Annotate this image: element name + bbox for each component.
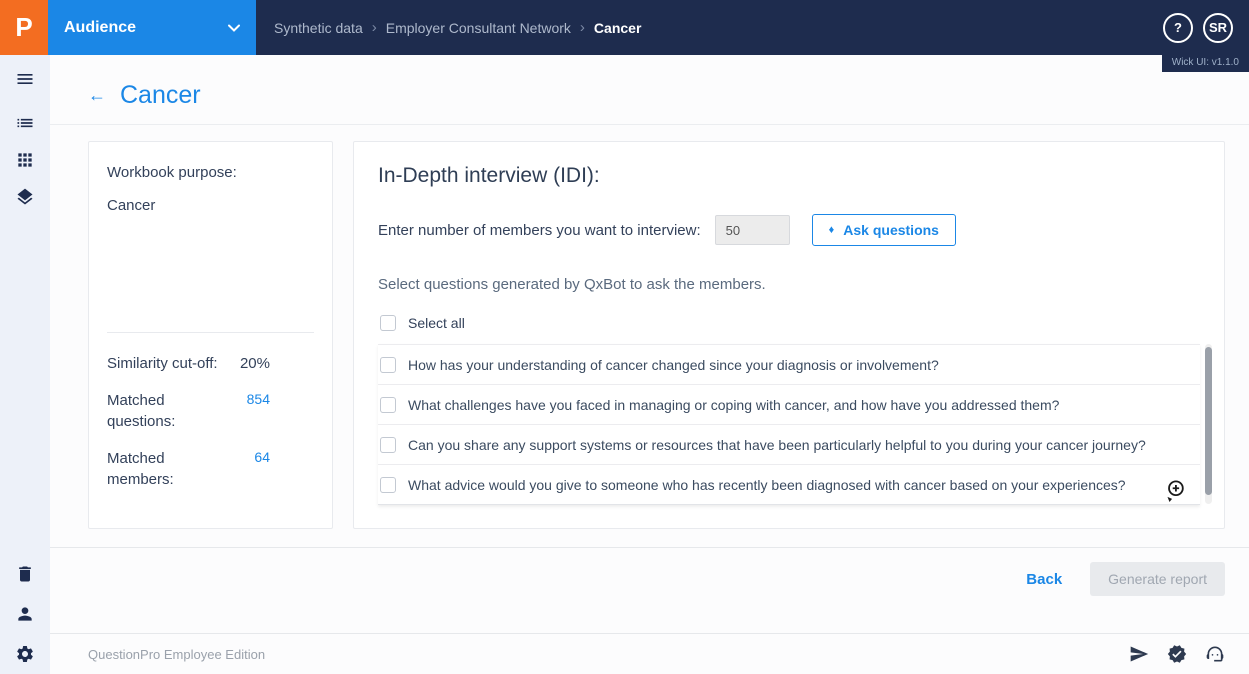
- help-button[interactable]: ?: [1163, 12, 1193, 43]
- generate-report-button[interactable]: Generate report: [1090, 562, 1225, 596]
- matched-members-row: Matched members: 64: [107, 448, 314, 490]
- similarity-row: Similarity cut-off: 20%: [107, 353, 314, 374]
- topbar: P Audience Synthetic data › Employer Con…: [0, 0, 1249, 55]
- breadcrumb-separator-icon: ›: [579, 19, 585, 36]
- send-feedback-icon[interactable]: [1129, 644, 1149, 664]
- question-checkbox[interactable]: [380, 396, 396, 413]
- workbook-summary-panel: Workbook purpose: Cancer Similarity cut-…: [88, 141, 333, 529]
- page-title: ← Cancer: [88, 81, 1249, 110]
- purpose-label: Workbook purpose:: [107, 164, 237, 181]
- matched-questions-value[interactable]: 854: [247, 390, 270, 410]
- topbar-right: ? SR: [1163, 0, 1249, 55]
- cursor-add-icon: [1164, 479, 1186, 508]
- similarity-label: Similarity cut-off:: [107, 355, 218, 372]
- member-count-row: Enter number of members you want to inte…: [378, 214, 1200, 246]
- member-count-input[interactable]: [714, 215, 790, 245]
- ask-questions-label: Ask questions: [843, 222, 939, 238]
- breadcrumb-separator-icon: ›: [371, 19, 377, 36]
- scrollbar-thumb[interactable]: [1205, 347, 1212, 495]
- actions-bar: Back Generate report: [50, 547, 1249, 610]
- account-icon[interactable]: [15, 604, 35, 624]
- app-shell: ← Cancer Workbook purpose: Cancer Simila…: [0, 55, 1249, 674]
- matched-questions-row: Matched questions: 854: [107, 390, 314, 432]
- breadcrumb-item-current: Cancer: [593, 19, 642, 36]
- matched-members-value[interactable]: 64: [254, 448, 270, 468]
- matched-members-label: Matched members:: [107, 450, 174, 488]
- sidebar-bottom-group: [15, 564, 35, 664]
- select-all-label: Select all: [408, 315, 465, 331]
- matched-questions-label: Matched questions:: [107, 392, 176, 430]
- footer-icons: [1129, 644, 1225, 664]
- gear-icon[interactable]: [15, 644, 35, 664]
- layers-icon[interactable]: [15, 187, 35, 207]
- question-checkbox[interactable]: [380, 356, 396, 373]
- question-row[interactable]: How has your understanding of cancer cha…: [378, 344, 1200, 384]
- title-bar: ← Cancer: [50, 55, 1249, 125]
- breadcrumb-item-network[interactable]: Employer Consultant Network: [386, 20, 571, 36]
- list-view-icon[interactable]: [15, 113, 35, 133]
- product-name: Audience: [64, 18, 137, 36]
- edition-label: QuestionPro Employee Edition: [88, 646, 266, 662]
- question-text: What challenges have you faced in managi…: [408, 396, 1060, 413]
- logo-letter: P: [15, 12, 33, 42]
- member-count-label: Enter number of members you want to inte…: [378, 221, 701, 239]
- menu-icon[interactable]: [15, 69, 35, 89]
- breadcrumb-item-synthetic-data[interactable]: Synthetic data: [274, 20, 363, 36]
- main-content: ← Cancer Workbook purpose: Cancer Simila…: [50, 55, 1249, 674]
- ask-questions-button[interactable]: ♦ Ask questions: [811, 214, 956, 246]
- similarity-value: 20%: [239, 355, 270, 372]
- purpose-value: Cancer: [107, 197, 156, 214]
- content-row: Workbook purpose: Cancer Similarity cut-…: [50, 125, 1249, 529]
- avatar[interactable]: SR: [1203, 12, 1233, 43]
- sidebar: [0, 55, 50, 674]
- question-text: What advice would you give to someone wh…: [408, 476, 1126, 493]
- question-text: How has your understanding of cancer cha…: [408, 356, 939, 373]
- back-arrow-icon[interactable]: ←: [88, 85, 106, 106]
- question-row[interactable]: Can you share any support systems or res…: [378, 424, 1200, 464]
- select-all-row[interactable]: Select all: [378, 315, 1200, 331]
- chevron-down-icon: [228, 19, 240, 37]
- page-title-text: Cancer: [120, 81, 201, 109]
- support-agent-icon[interactable]: [1205, 644, 1225, 664]
- question-text: Can you share any support systems or res…: [408, 436, 1146, 453]
- qxbot-instructions: Select questions generated by QxBot to a…: [378, 276, 766, 293]
- question-row[interactable]: What advice would you give to someone wh…: [378, 464, 1200, 504]
- summary-divider: [107, 332, 314, 333]
- idi-title: In-Depth interview (IDI):: [378, 164, 600, 187]
- back-button[interactable]: Back: [1026, 571, 1062, 588]
- question-list: How has your understanding of cancer cha…: [378, 344, 1212, 508]
- idi-panel: In-Depth interview (IDI): Enter number o…: [353, 141, 1225, 529]
- select-all-checkbox[interactable]: [380, 315, 396, 331]
- version-label: Wick UI: v1.1.0: [1161, 55, 1249, 72]
- questionpro-logo[interactable]: P: [0, 0, 48, 55]
- breadcrumb: Synthetic data › Employer Consultant Net…: [256, 0, 641, 55]
- trash-icon[interactable]: [15, 564, 35, 584]
- page-footer: QuestionPro Employee Edition: [50, 633, 1249, 674]
- product-switcher[interactable]: Audience: [48, 0, 256, 55]
- question-row[interactable]: What challenges have you faced in managi…: [378, 384, 1200, 424]
- grid-view-icon[interactable]: [15, 150, 35, 170]
- sidebar-top-group: [15, 69, 35, 207]
- diamond-icon: ♦: [828, 224, 835, 236]
- question-checkbox[interactable]: [380, 436, 396, 453]
- verified-badge-icon[interactable]: [1167, 644, 1187, 664]
- question-checkbox[interactable]: [380, 476, 396, 493]
